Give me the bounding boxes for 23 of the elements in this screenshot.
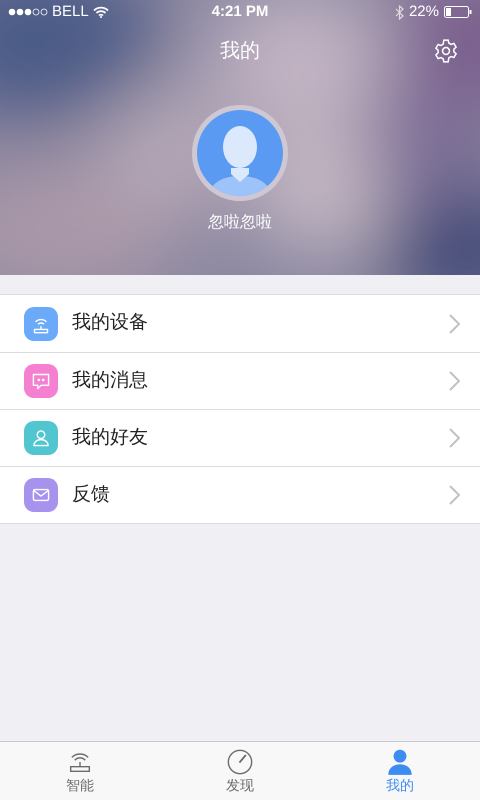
chevron-right-icon [449,485,460,505]
user-name: 忽啦忽啦 [208,212,272,233]
menu-item[interactable]: 我的消息 [0,352,480,409]
menu-item[interactable]: 我的设备 [0,295,480,352]
chevron-right-icon [449,314,460,334]
tab-bar-item[interactable]: 智能 [0,742,160,800]
tab-bar-item[interactable]: 发现 [160,742,320,800]
signal-icon [8,8,48,16]
person-icon [386,748,414,776]
status-time: 4:21 PM [212,2,268,22]
settings-button[interactable] [432,37,460,65]
bluetooth-icon [394,4,404,20]
chevron-right-icon [449,428,460,448]
carrier-name: BELL [52,2,89,22]
menu-item[interactable]: 我的好友 [0,409,480,466]
chevron-right-icon [449,371,460,391]
battery-icon [444,6,472,18]
wifi-icon [92,6,109,18]
menu-item[interactable]: 反馈 [0,466,480,523]
settings-icon [433,38,459,64]
compass-icon [226,748,254,776]
battery-percentage: 22% [408,2,439,22]
page-title: 我的 [220,39,260,64]
